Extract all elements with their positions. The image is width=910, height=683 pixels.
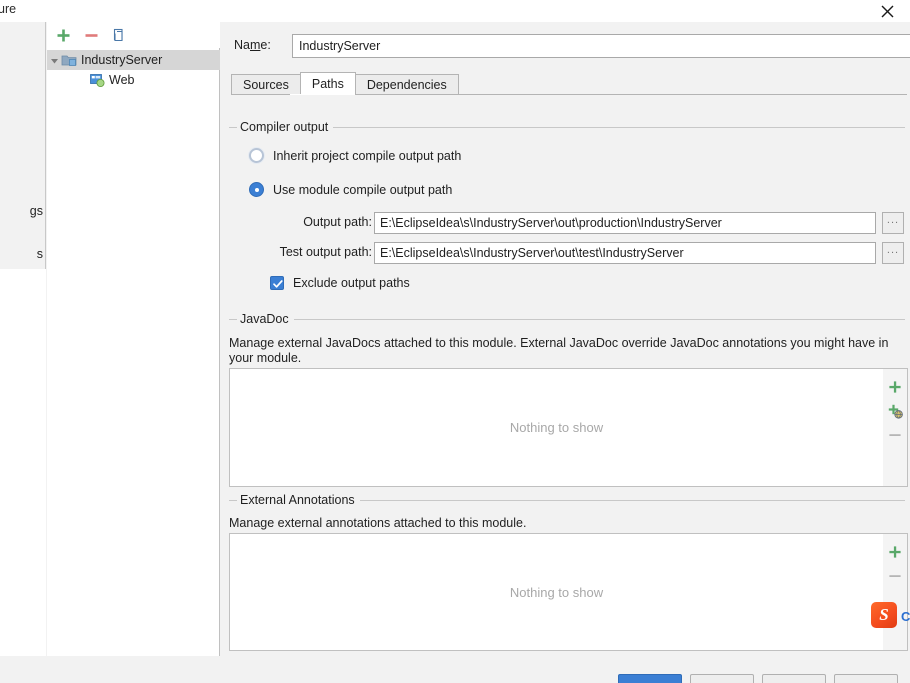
output-path-row: Output path: ... — [221, 212, 910, 234]
test-output-path-row: Test output path: ... — [221, 242, 910, 264]
radio-use-module-output[interactable]: Use module compile output path — [249, 182, 452, 197]
help-button[interactable] — [834, 674, 898, 683]
add-module-button[interactable] — [53, 25, 73, 45]
copy-module-button[interactable] — [109, 25, 129, 45]
project-structure-dialog: ure gs s IndustryServer Web Name: Indust… — [0, 0, 910, 683]
external-annotations-empty-text: Nothing to show — [509, 584, 604, 600]
name-label-mnemonic: m — [249, 38, 261, 52]
tree-node-label: IndustryServer — [81, 53, 163, 67]
exclude-output-paths-label: Exclude output paths — [293, 276, 410, 290]
module-folder-icon — [61, 52, 77, 68]
compiler-output-group: Compiler output — [229, 120, 905, 134]
name-label-part2: e: — [260, 38, 271, 52]
external-annotations-group-title: External Annotations — [237, 493, 360, 507]
sogou-ime-logo-icon[interactable]: S — [871, 602, 897, 628]
external-annotations-list-buttons — [883, 533, 908, 651]
web-facet-icon — [89, 72, 105, 88]
javadoc-list-buttons — [883, 368, 908, 487]
close-icon[interactable] — [864, 0, 910, 22]
javadoc-description: Manage external JavaDocs attached to thi… — [229, 336, 889, 365]
test-output-path-label: Test output path: — [279, 245, 372, 259]
external-annotations-description: Manage external annotations attached to … — [229, 516, 527, 530]
module-detail-pane: Name: Sources Paths Dependencies Compile… — [221, 22, 910, 656]
rail-item-settings[interactable]: gs — [30, 204, 43, 218]
module-tree-toolbar — [47, 22, 220, 48]
javadoc-add-url-button[interactable] — [884, 399, 907, 423]
group-divider — [229, 319, 905, 320]
remove-module-button[interactable] — [81, 25, 101, 45]
exclude-output-paths-checkbox[interactable] — [270, 276, 284, 290]
compiler-output-group-title: Compiler output — [237, 120, 334, 134]
tab-dependencies[interactable]: Dependencies — [354, 74, 459, 95]
radio-inherit-project-output[interactable]: Inherit project compile output path — [249, 148, 461, 163]
chevron-down-icon[interactable] — [47, 56, 61, 65]
settings-rail-filler — [0, 269, 46, 683]
tab-sources[interactable]: Sources — [231, 74, 301, 95]
annotations-remove-button[interactable] — [884, 564, 907, 588]
cancel-button[interactable] — [690, 674, 754, 683]
test-output-path-browse-button[interactable]: ... — [882, 242, 904, 264]
test-output-path-input[interactable] — [374, 242, 876, 264]
annotations-add-button[interactable] — [884, 540, 907, 564]
exclude-output-paths-row[interactable]: Exclude output paths — [270, 276, 410, 290]
rail-item-libraries[interactable]: s — [37, 247, 43, 261]
dialog-titlebar: ure — [0, 0, 910, 22]
settings-rail: gs s — [0, 22, 46, 269]
output-path-input[interactable] — [374, 212, 876, 234]
radio-module-indicator[interactable] — [249, 182, 264, 197]
javadoc-add-button[interactable] — [884, 375, 907, 399]
radio-module-label: Use module compile output path — [273, 182, 453, 197]
output-path-label: Output path: — [303, 215, 372, 229]
javadoc-empty-text: Nothing to show — [509, 420, 604, 435]
module-name-label: Name: — [234, 38, 271, 52]
external-annotations-group: External Annotations — [229, 493, 905, 507]
module-name-input[interactable] — [292, 34, 910, 58]
tree-node-web[interactable]: Web — [47, 70, 220, 90]
radio-inherit-label: Inherit project compile output path — [273, 148, 462, 163]
module-tree-panel: IndustryServer Web — [47, 22, 220, 656]
sogou-ime-label: C — [901, 609, 910, 624]
javadoc-list[interactable]: Nothing to show — [229, 368, 884, 487]
output-path-browse-button[interactable]: ... — [882, 212, 904, 234]
ok-button[interactable] — [618, 674, 682, 683]
tree-node-industryserver[interactable]: IndustryServer — [47, 50, 220, 70]
dialog-button-bar — [0, 656, 910, 683]
apply-button[interactable] — [762, 674, 826, 683]
javadoc-group-title: JavaDoc — [237, 312, 294, 326]
tabs-active-cover — [290, 94, 337, 95]
external-annotations-list[interactable]: Nothing to show — [229, 533, 884, 651]
module-tabs: Sources Paths Dependencies — [231, 72, 907, 95]
radio-inherit-indicator[interactable] — [249, 148, 264, 163]
javadoc-remove-button[interactable] — [884, 423, 907, 447]
name-label-part1: Na — [234, 38, 250, 52]
tree-node-label: Web — [109, 73, 135, 87]
tab-paths[interactable]: Paths — [299, 72, 356, 95]
dialog-title: ure — [0, 2, 17, 16]
javadoc-group: JavaDoc — [229, 312, 905, 326]
module-name-row: Name: — [229, 34, 910, 58]
